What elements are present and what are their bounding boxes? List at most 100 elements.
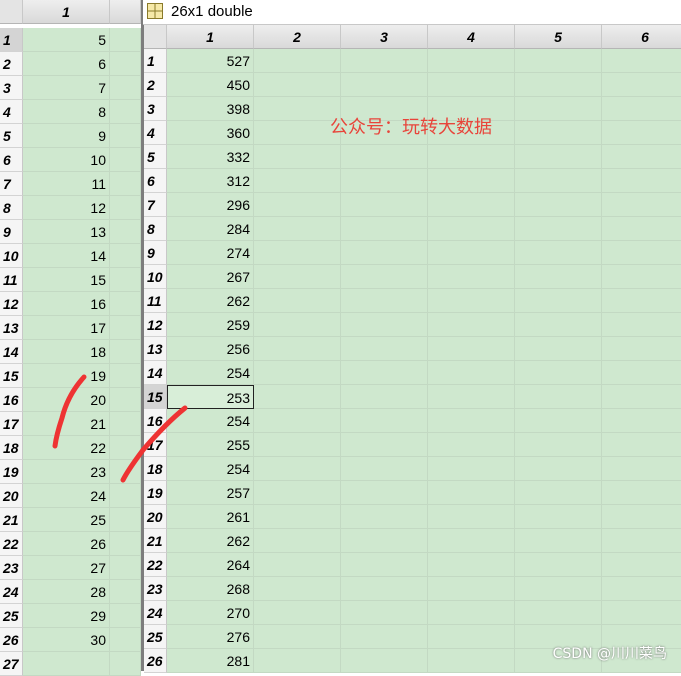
right-cell-empty[interactable]	[254, 73, 341, 97]
right-column-header[interactable]: 2	[254, 25, 341, 49]
right-cell-empty[interactable]	[341, 505, 428, 529]
left-cell-empty[interactable]	[110, 124, 141, 148]
right-row-header[interactable]: 23	[144, 577, 167, 601]
right-grid-corner[interactable]	[144, 25, 167, 49]
left-row-header[interactable]: 2	[0, 52, 23, 76]
right-cell-empty[interactable]	[428, 385, 515, 409]
left-cell[interactable]: 30	[23, 628, 110, 652]
left-cell-empty[interactable]	[110, 580, 141, 604]
left-row-header[interactable]: 8	[0, 196, 23, 220]
left-cell-empty[interactable]	[110, 604, 141, 628]
right-cell[interactable]: 259	[167, 313, 254, 337]
left-cell[interactable]: 29	[23, 604, 110, 628]
right-cell-empty[interactable]	[515, 313, 602, 337]
right-cell-empty[interactable]	[515, 577, 602, 601]
left-cell[interactable]: 6	[23, 52, 110, 76]
right-cell-empty[interactable]	[341, 169, 428, 193]
left-cell[interactable]: 27	[23, 556, 110, 580]
right-cell[interactable]: 268	[167, 577, 254, 601]
right-cell-empty[interactable]	[428, 409, 515, 433]
left-row-header[interactable]: 19	[0, 460, 23, 484]
right-cell-empty[interactable]	[254, 169, 341, 193]
left-cell[interactable]: 22	[23, 436, 110, 460]
right-cell-empty[interactable]	[254, 457, 341, 481]
right-row-header[interactable]: 5	[144, 145, 167, 169]
right-row-header[interactable]: 22	[144, 553, 167, 577]
left-row-header[interactable]: 12	[0, 292, 23, 316]
right-cell-empty[interactable]	[602, 601, 681, 625]
left-row-header[interactable]: 9	[0, 220, 23, 244]
right-cell[interactable]: 296	[167, 193, 254, 217]
right-cell-empty[interactable]	[428, 457, 515, 481]
left-cell-empty[interactable]	[110, 652, 141, 676]
left-cell[interactable]: 19	[23, 364, 110, 388]
right-cell-empty[interactable]	[341, 241, 428, 265]
right-cell-empty[interactable]	[341, 649, 428, 673]
right-cell[interactable]: 450	[167, 73, 254, 97]
right-cell-empty[interactable]	[602, 313, 681, 337]
left-row-header[interactable]: 20	[0, 484, 23, 508]
left-cell[interactable]: 16	[23, 292, 110, 316]
right-row-header[interactable]: 26	[144, 649, 167, 673]
right-row-header[interactable]: 1	[144, 49, 167, 73]
right-cell[interactable]: 270	[167, 601, 254, 625]
right-cell-empty[interactable]	[428, 337, 515, 361]
right-row-header[interactable]: 10	[144, 265, 167, 289]
left-cell-empty[interactable]	[110, 268, 141, 292]
left-cell-empty[interactable]	[110, 52, 141, 76]
right-cell-empty[interactable]	[341, 49, 428, 73]
right-cell-empty[interactable]	[515, 289, 602, 313]
right-cell-empty[interactable]	[428, 241, 515, 265]
right-cell-empty[interactable]	[254, 361, 341, 385]
right-row-header[interactable]: 3	[144, 97, 167, 121]
left-cell-empty[interactable]	[110, 508, 141, 532]
variable-tab-title[interactable]: 26x1 double	[171, 0, 253, 24]
right-cell-empty[interactable]	[254, 529, 341, 553]
right-cell-empty[interactable]	[428, 601, 515, 625]
right-cell-empty[interactable]	[602, 577, 681, 601]
right-cell-empty[interactable]	[428, 289, 515, 313]
right-cell-empty[interactable]	[341, 265, 428, 289]
right-cell-empty[interactable]	[428, 145, 515, 169]
right-cell-empty[interactable]	[254, 145, 341, 169]
right-row-header[interactable]: 13	[144, 337, 167, 361]
left-cell-empty[interactable]	[110, 172, 141, 196]
right-cell-empty[interactable]	[254, 241, 341, 265]
right-cell-empty[interactable]	[515, 193, 602, 217]
right-row-header[interactable]: 21	[144, 529, 167, 553]
right-cell[interactable]: 284	[167, 217, 254, 241]
right-row-header[interactable]: 14	[144, 361, 167, 385]
right-cell[interactable]: 276	[167, 625, 254, 649]
left-cell[interactable]: 14	[23, 244, 110, 268]
right-cell-empty[interactable]	[341, 289, 428, 313]
right-cell[interactable]: 262	[167, 529, 254, 553]
right-cell[interactable]: 332	[167, 145, 254, 169]
left-grid-corner[interactable]	[0, 0, 23, 24]
right-cell-empty[interactable]	[254, 49, 341, 73]
right-cell-empty[interactable]	[602, 505, 681, 529]
right-cell-empty[interactable]	[602, 193, 681, 217]
right-cell-empty[interactable]	[515, 481, 602, 505]
left-cell[interactable]: 10	[23, 148, 110, 172]
left-cell-empty[interactable]	[110, 316, 141, 340]
right-cell-empty[interactable]	[515, 241, 602, 265]
left-cell-empty[interactable]	[110, 460, 141, 484]
right-cell[interactable]: 253	[167, 385, 254, 409]
right-cell[interactable]: 267	[167, 265, 254, 289]
right-cell[interactable]: 254	[167, 361, 254, 385]
right-cell-empty[interactable]	[602, 145, 681, 169]
left-cell-empty[interactable]	[110, 220, 141, 244]
right-cell-empty[interactable]	[254, 121, 341, 145]
right-cell[interactable]: 264	[167, 553, 254, 577]
right-cell-empty[interactable]	[515, 385, 602, 409]
left-cell[interactable]: 25	[23, 508, 110, 532]
right-cell-empty[interactable]	[602, 169, 681, 193]
left-cell[interactable]: 26	[23, 532, 110, 556]
right-cell-empty[interactable]	[254, 577, 341, 601]
right-cell-empty[interactable]	[428, 73, 515, 97]
left-cell[interactable]: 7	[23, 76, 110, 100]
right-cell[interactable]: 255	[167, 433, 254, 457]
right-cell-empty[interactable]	[602, 457, 681, 481]
right-row-header[interactable]: 16	[144, 409, 167, 433]
left-column-header-1[interactable]: 1	[23, 0, 110, 24]
